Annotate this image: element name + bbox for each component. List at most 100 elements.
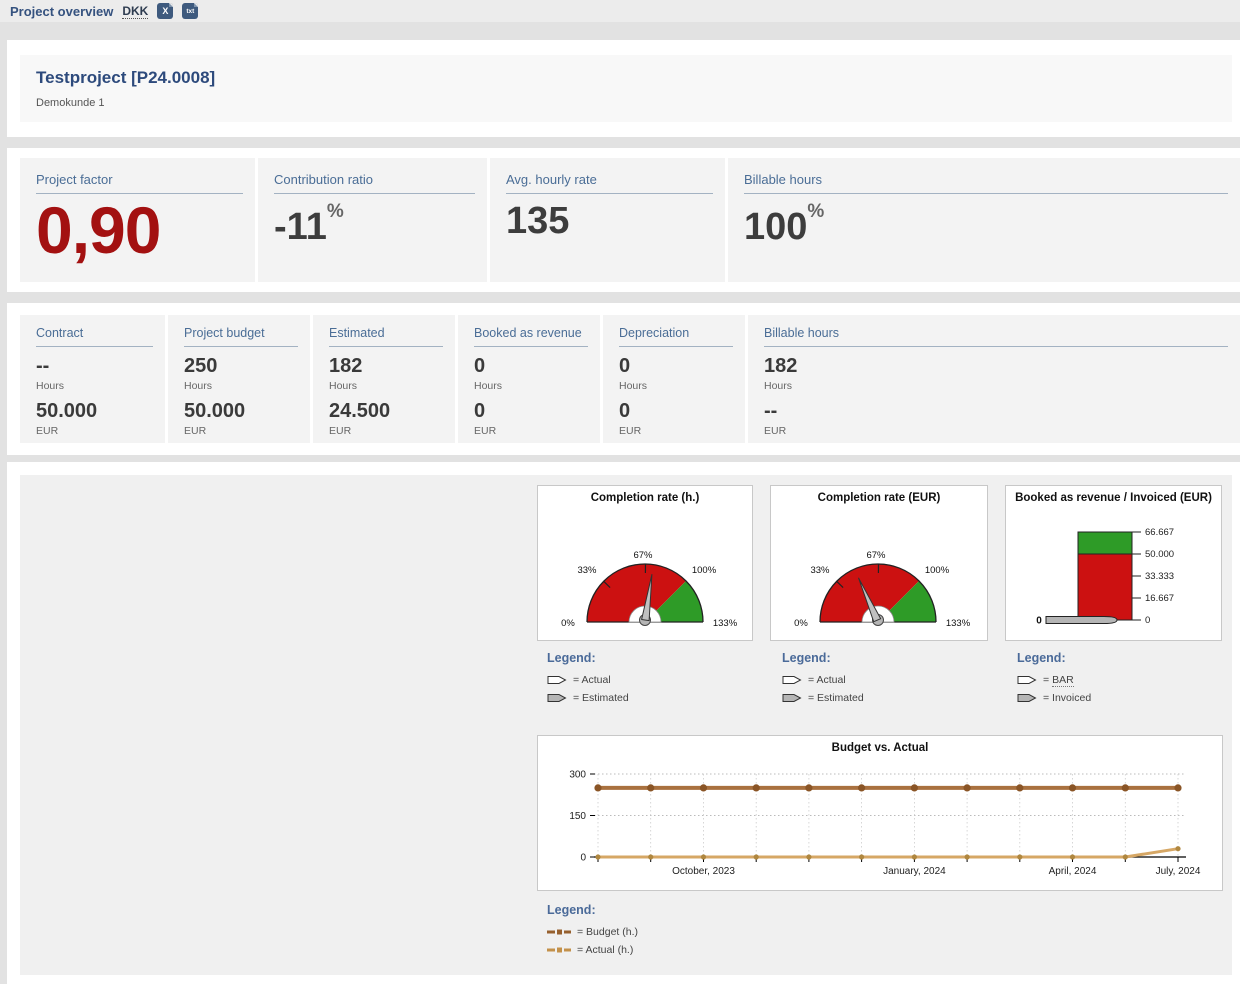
legend-title: Legend: [782,651,864,665]
percent-suffix: % [327,201,344,222]
x-tick-label: July, 2024 [1156,866,1201,877]
kpi-value-avg-hourly-rate: 135 [506,202,725,242]
bar-term-link[interactable]: BAR [1052,674,1074,687]
kpi-value-contribution-ratio: -11% [274,202,487,248]
eur-unit: EUR [474,425,600,437]
chart-title: Completion rate (h.) [538,486,752,510]
axis-label: 50.000 [1145,549,1174,560]
stat-card-billable-hours: Billable hours 182 Hours -- EUR [748,315,1240,443]
gauge-tick-label: 100% [692,565,717,576]
hours-unit: Hours [329,380,455,392]
hours-unit: Hours [764,380,1240,392]
percent-suffix: % [807,201,824,222]
y-tick-label: 150 [569,811,586,822]
stat-card-depreciation: Depreciation 0 Hours 0 EUR [603,315,745,443]
page-title: Project overview [10,4,113,19]
chart-title: Completion rate (EUR) [771,486,987,510]
hours-unit: Hours [36,380,165,392]
charts-card: Completion rate (h.) 0% 33% 67% 100% 133… [20,475,1232,975]
gauge-tick-label: 0% [561,618,575,629]
legend-title: Legend: [1017,651,1091,665]
gauge-hours-svg: 0% 33% 67% 100% 133% [538,510,752,636]
line-chart-svg: 300 150 0 [538,760,1222,888]
stat-hours-value: -- [36,355,165,378]
stat-hours-value: 250 [184,355,310,378]
y-tick-label: 300 [569,770,586,781]
bar-pointer-swatch [1017,675,1037,685]
customer-name: Demokunde 1 [36,97,1232,109]
currency-link[interactable]: DKK [122,4,148,19]
kpi-card-billable-hours: Billable hours 100% [728,158,1240,282]
legend-item-actual: = Actual (h.) [547,944,638,956]
gauge-tick-label: 33% [577,565,597,576]
y-tick-label: 0 [580,853,586,864]
bar-red-segment [1078,554,1132,620]
legend-item-bar: = BAR [1017,674,1091,686]
legend-item-actual: = Actual [782,674,864,686]
top-bar: Project overview DKK X txt [0,0,1240,22]
stat-label: Booked as revenue [474,326,588,347]
actual-needle-swatch [547,675,567,685]
stats-panel: Contract -- Hours 50.000 EUR Project bud… [7,303,1240,455]
y-axis-ticks [590,774,595,857]
gauge-tick-label: 67% [633,550,653,561]
stat-card-contract: Contract -- Hours 50.000 EUR [20,315,165,443]
stat-hours-value: 0 [474,355,600,378]
legend-item-budget: = Budget (h.) [547,926,638,938]
project-header-card: Testproject [P24.0008] Demokunde 1 [20,55,1232,122]
stat-label: Project budget [184,326,298,347]
bar-chart-svg: 66.667 50.000 33.333 16.667 0 0 [1006,510,1221,636]
stat-eur-value: 0 [474,400,600,423]
invoiced-pointer-swatch [1017,693,1037,703]
kpi-card-project-factor: Project factor 0,90 [20,158,255,282]
stat-card-estimated: Estimated 182 Hours 24.500 EUR [313,315,455,443]
gauge-completion-eur: Completion rate (EUR) 0% 33% 67% 100% 13… [770,485,988,641]
gauge-tick-label: 67% [866,550,886,561]
stat-label: Depreciation [619,326,733,347]
stat-label: Estimated [329,326,443,347]
axis-label: 66.667 [1145,527,1174,538]
project-title: Testproject [P24.0008] [36,68,1232,88]
legend-item-invoiced: = Invoiced [1017,692,1091,704]
chart-title: Booked as revenue / Invoiced (EUR) [1006,486,1221,510]
stat-hours-value: 0 [619,355,745,378]
estimated-needle-swatch [782,693,802,703]
kpi-panel: Project factor 0,90 Contribution ratio -… [7,148,1240,292]
pointer-value-label: 0 [1036,616,1042,627]
eur-unit: EUR [619,425,745,437]
stat-hours-value: 182 [764,355,1240,378]
eur-unit: EUR [329,425,455,437]
legend-title: Legend: [547,651,629,665]
charts-panel: Completion rate (h.) 0% 33% 67% 100% 133… [7,462,1240,984]
kpi-label: Contribution ratio [274,172,475,194]
eur-unit: EUR [764,425,1240,437]
stat-eur-value: 24.500 [329,400,455,423]
stat-eur-value: 50.000 [36,400,165,423]
legend-title: Legend: [547,903,638,917]
kpi-value-project-factor: 0,90 [36,196,255,265]
stat-eur-value: 0 [619,400,745,423]
project-header-panel: Testproject [P24.0008] Demokunde 1 [7,40,1240,137]
gauge-tick-label: 133% [946,618,971,629]
axis-label: 16.667 [1145,593,1174,604]
kpi-card-avg-hourly-rate: Avg. hourly rate 135 [490,158,725,282]
stat-card-booked-as-revenue: Booked as revenue 0 Hours 0 EUR [458,315,600,443]
legend-item-actual: = Actual [547,674,629,686]
legend-line-chart: Legend: = Budget (h.) = Actual (h.) [547,903,638,962]
excel-export-icon[interactable]: X [157,3,173,19]
x-tick-label: October, 2023 [672,866,735,877]
hours-unit: Hours [474,380,600,392]
x-tick-label: January, 2024 [883,866,946,877]
gauge-tick-label: 0% [794,618,808,629]
stat-eur-value: 50.000 [184,400,310,423]
eur-unit: EUR [184,425,310,437]
legend-item-estimated: = Estimated [782,692,864,704]
bar-booked-invoiced: Booked as revenue / Invoiced (EUR) 66.66… [1005,485,1222,641]
kpi-label: Avg. hourly rate [506,172,713,194]
stat-eur-value: -- [764,400,1240,423]
budget-line-swatch [547,928,571,936]
txt-export-icon[interactable]: txt [182,3,198,19]
legend-gauge-hours: Legend: = Actual = Estimated [547,651,629,710]
gauge-tick-label: 33% [810,565,830,576]
estimated-needle-swatch [547,693,567,703]
